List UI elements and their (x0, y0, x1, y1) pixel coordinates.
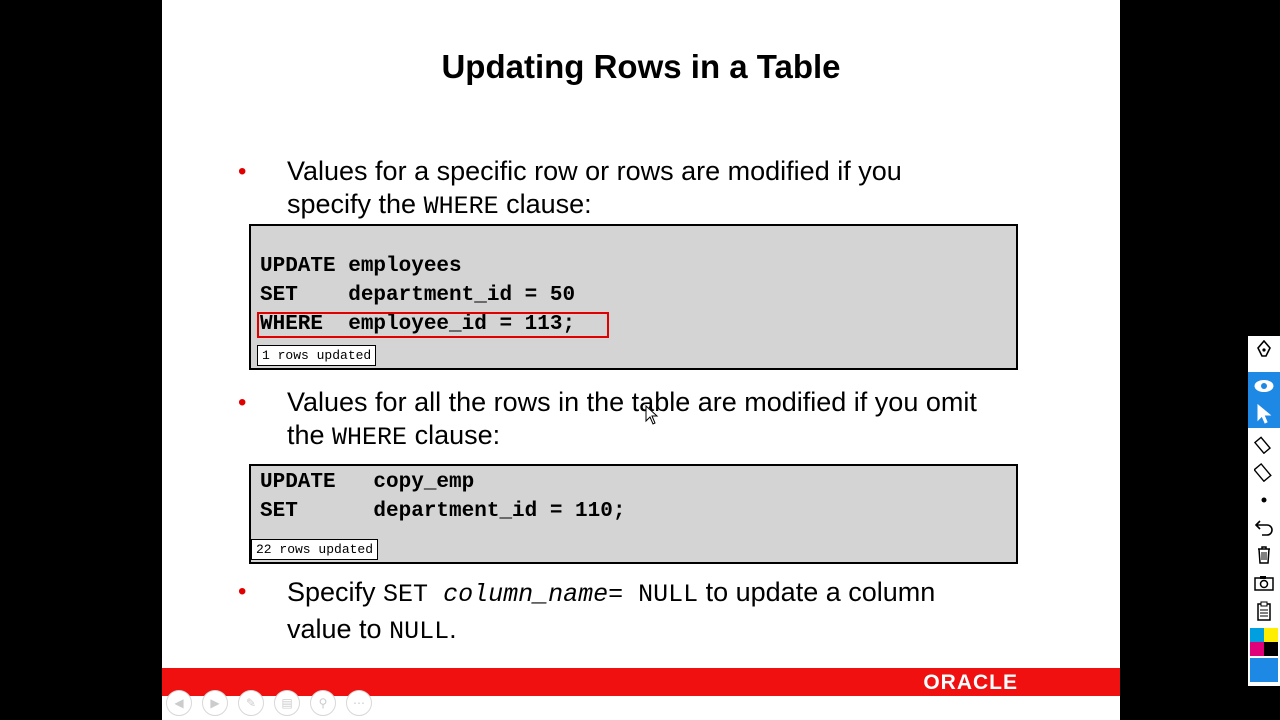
null-assignment: = NULL (608, 580, 699, 609)
bullet-2-line-1: Values for all the rows in the table are… (287, 387, 977, 417)
eye-icon[interactable] (1248, 372, 1280, 400)
bullet-1-text: Values for a specific row or rows are mo… (287, 155, 1067, 223)
bullet-2-text-pre: the (287, 420, 333, 450)
bullet-1-text-post: clause: (498, 189, 592, 219)
code-2-line-2: SET department_id = 110; (260, 500, 626, 523)
slide-title: Updating Rows in a Table (441, 48, 841, 85)
color-swatch-black[interactable] (1264, 642, 1278, 656)
next-icon[interactable]: ▶ (202, 690, 228, 716)
code-1-line-1: UPDATE employees (260, 255, 462, 278)
pointer-icon[interactable] (1248, 400, 1280, 428)
bullet-3-text-post: to update a column (698, 577, 936, 607)
null-keyword: NULL (389, 617, 450, 646)
bullet-2-text: Values for all the rows in the table are… (287, 386, 1087, 454)
oracle-logo: ORACLE (923, 671, 1018, 694)
code-2-line-1: UPDATE copy_emp (260, 471, 475, 494)
bullet-2-text-post: clause: (407, 420, 501, 450)
current-color-indicator[interactable] (1250, 658, 1278, 682)
bullet-3-line-1: Specify SET column_name= NULL to update … (287, 575, 1067, 612)
bullet-1-line-1: Values for a specific row or rows are mo… (287, 156, 902, 186)
color-swatch-yellow[interactable] (1264, 628, 1278, 642)
bullet-marker: • (238, 158, 247, 185)
column-name-placeholder: column_name (443, 580, 609, 609)
bullet-3-line-2: value to NULL. (287, 612, 1067, 649)
bullet-3-text-pre: Specify (287, 577, 384, 607)
camera-icon[interactable] (1248, 569, 1280, 597)
slide-nav-controls: ◀ ▶ ✎ ▤ ⚲ ⋯ (166, 690, 372, 716)
code-box-1: UPDATE employees SET department_id = 50 … (249, 224, 1018, 370)
bullet-3-line-2-pre: value to (287, 614, 390, 644)
where-highlight-box (257, 312, 609, 338)
code-box-2: UPDATE copy_emp SET department_id = 110;… (249, 464, 1018, 564)
mouse-cursor-icon (645, 405, 659, 425)
code-1-line-2: SET department_id = 50 (260, 284, 576, 307)
more-icon[interactable]: ⋯ (346, 690, 372, 716)
pen-icon[interactable]: ✎ (238, 690, 264, 716)
bullet-marker: • (238, 578, 247, 605)
bullet-marker: • (238, 389, 247, 416)
result-message-2: 22 rows updated (251, 539, 379, 560)
where-keyword: WHERE (332, 423, 408, 452)
bullet-2-line-2: the WHERE clause: (287, 419, 1087, 454)
undo-icon[interactable] (1248, 513, 1280, 541)
trash-icon[interactable] (1248, 541, 1280, 569)
bullet-3-text: Specify SET column_name= NULL to update … (287, 575, 1067, 649)
color-swatch-magenta[interactable] (1250, 642, 1264, 656)
zoom-icon[interactable]: ⚲ (310, 690, 336, 716)
highlighter-icon[interactable] (1248, 430, 1280, 458)
bullet-1-line-2: specify the WHERE clause: (287, 188, 1067, 223)
color-swatch-cyan[interactable] (1250, 628, 1264, 642)
slide: Updating Rows in a Table • Values for a … (162, 0, 1120, 720)
pen-icon[interactable] (1248, 336, 1280, 364)
annotation-toolbar (1248, 336, 1280, 686)
prev-icon[interactable]: ◀ (166, 690, 192, 716)
bullet-3-line-2-post: . (449, 614, 457, 644)
where-keyword: WHERE (423, 192, 499, 221)
bullet-1-text-pre: specify the (287, 189, 424, 219)
result-message-1: 1 rows updated (257, 345, 377, 366)
pages-icon[interactable]: ▤ (274, 690, 300, 716)
dot-icon[interactable] (1248, 486, 1280, 514)
clipboard-icon[interactable] (1248, 597, 1280, 625)
set-keyword: SET (383, 580, 444, 609)
eraser-icon[interactable] (1248, 458, 1280, 486)
